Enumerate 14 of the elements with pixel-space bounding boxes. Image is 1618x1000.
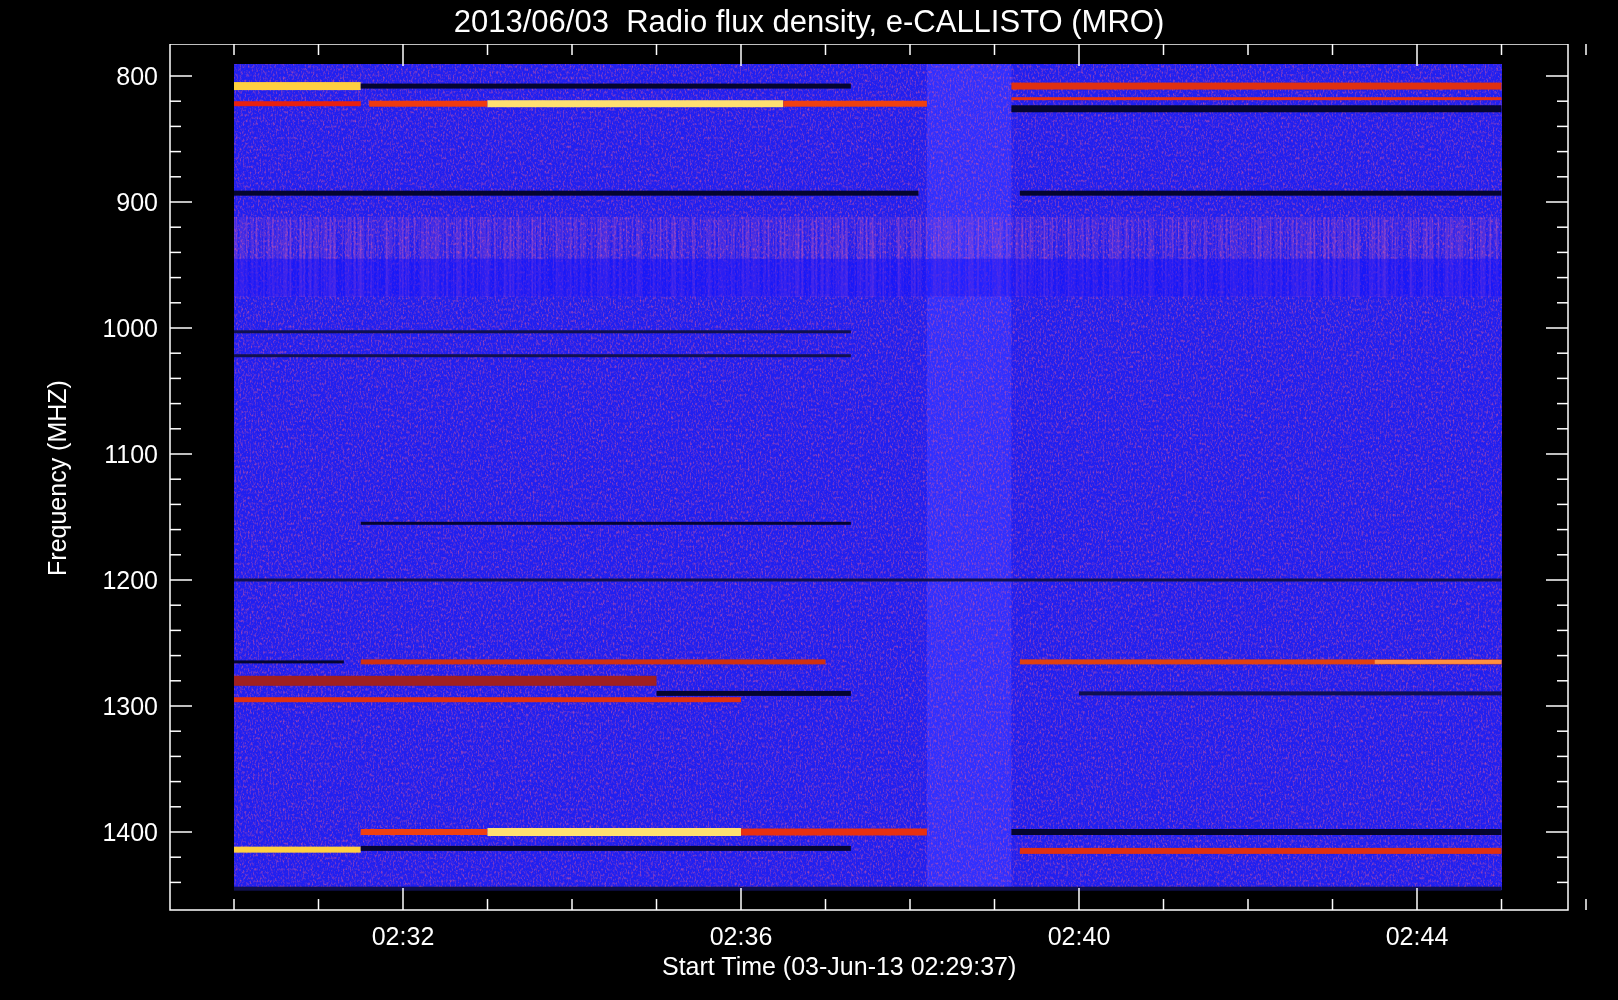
tick-label: 02:36 [709,922,773,950]
tick-label: 1400 [102,818,158,846]
tick-label: 02:44 [1385,922,1449,950]
tick-label: 02:40 [1047,922,1111,950]
tick-label: 1100 [104,440,158,468]
tick-label: 1200 [102,566,158,594]
plot-title: 2013/06/03 Radio flux density, e-CALLISTO (MRO) [452,3,1166,41]
tick-label: 1300 [102,692,158,720]
tick-label: 1000 [102,314,158,342]
tick-label: 800 [116,62,158,90]
axis-label: Start Time (03-Jun-13 02:29:37) [662,952,1017,980]
tick-label: 02:32 [371,922,435,950]
tick-label: 900 [116,188,158,216]
axis-label: Frequency (MHZ) [43,380,71,576]
